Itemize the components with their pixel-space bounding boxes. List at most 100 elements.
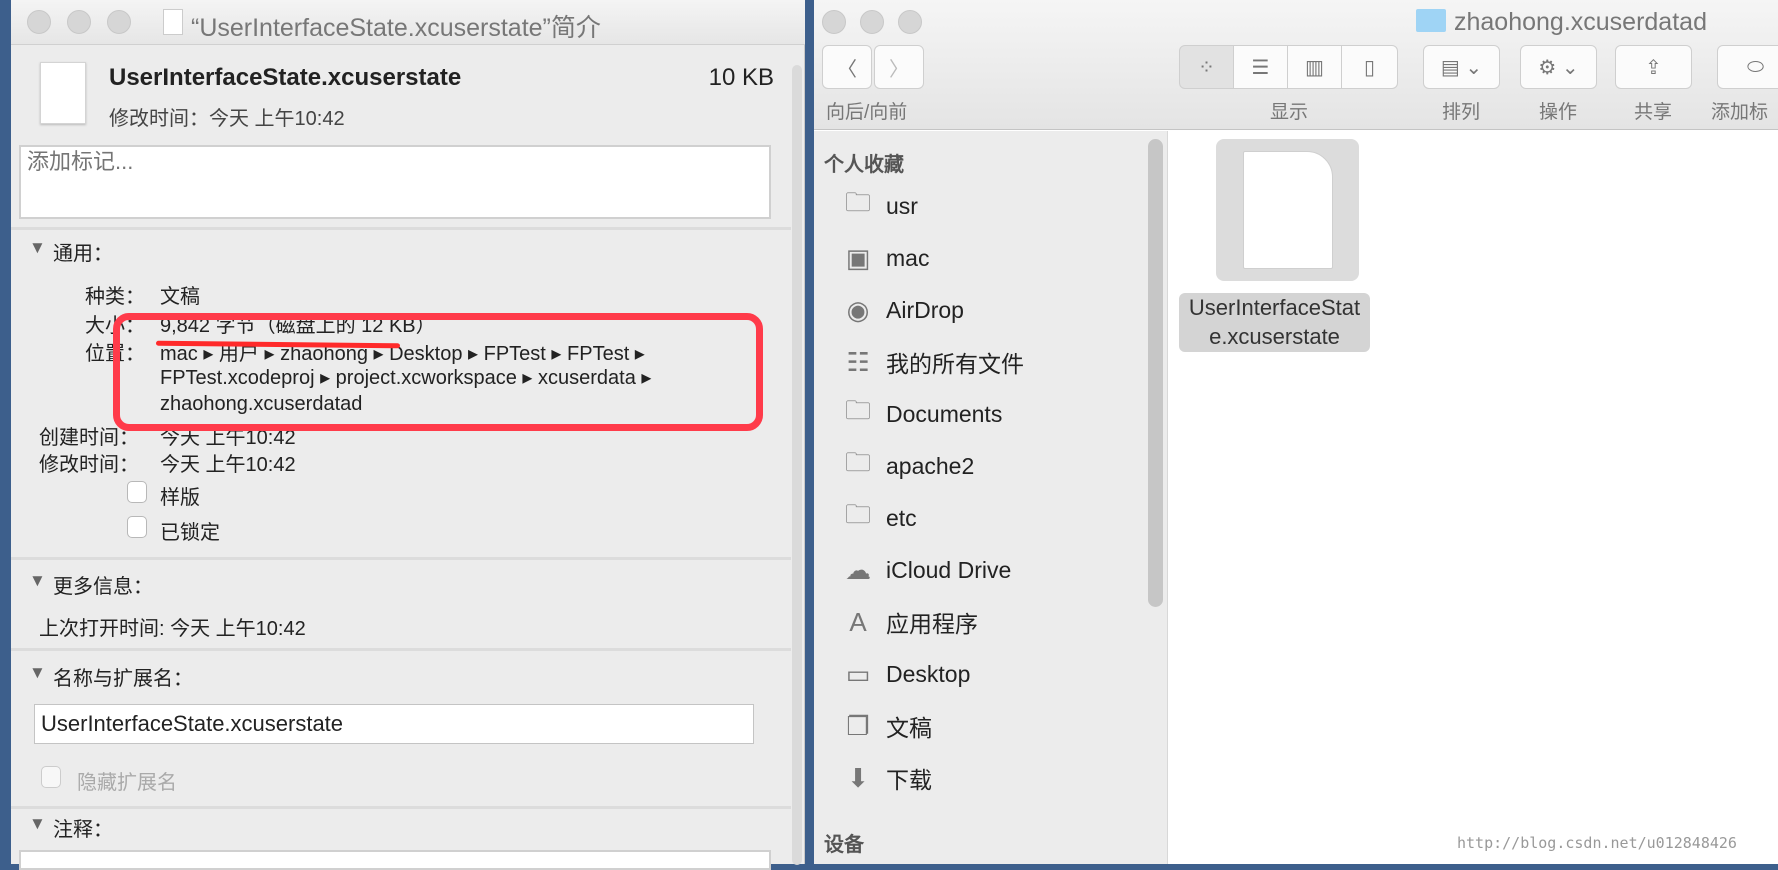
file-icon <box>40 62 86 124</box>
disclosure-triangle-icon[interactable]: ▼ <box>29 814 46 834</box>
favorites-header: 个人收藏 <box>824 154 904 176</box>
desktop-icon: ▭ <box>845 658 871 689</box>
sidebar-item-label: 应用程序 <box>886 611 978 637</box>
tag-icon: ⬭ <box>1746 55 1765 78</box>
airdrop-icon: ◉ <box>846 294 870 325</box>
folder-icon <box>1416 9 1446 32</box>
sidebar-item[interactable]: ☁ iCloud Drive <box>814 548 1144 592</box>
window-title: “UserInterfaceState.xcuserstate”简介 <box>191 14 601 42</box>
sidebar-item-label: Desktop <box>886 660 971 687</box>
sidebar-item[interactable]: 🗀 Documents <box>814 392 1144 436</box>
comments-header[interactable]: 注释： <box>53 813 113 842</box>
sidebar-item[interactable]: ◉ AirDrop <box>814 288 1144 332</box>
disclosure-triangle-icon[interactable]: ▼ <box>29 238 46 258</box>
forward-button[interactable]: 〉 <box>874 45 924 89</box>
kind-value: 文稿 <box>160 286 200 308</box>
list-view-button[interactable]: ☰ <box>1233 45 1288 89</box>
tags-input[interactable] <box>19 145 771 219</box>
locked-label: 已锁定 <box>160 522 220 544</box>
list-icon: ☰ <box>1251 56 1270 79</box>
sidebar-item-label: Documents <box>886 400 1003 427</box>
more-info-header[interactable]: 更多信息： <box>53 570 153 599</box>
general-header[interactable]: 通用： <box>53 237 113 266</box>
share-icon: ⇪ <box>1645 56 1662 79</box>
chevron-right-icon: 〉 <box>889 58 909 81</box>
arrange-label: 排列 <box>1442 102 1481 123</box>
tag-label: 添加标 <box>1711 102 1769 123</box>
file-name-label[interactable]: UserInterfaceStat e.xcuserstate <box>1179 293 1370 352</box>
folder-icon: 🗀 <box>844 447 871 477</box>
icon-view-button[interactable]: ⁘ <box>1179 45 1234 89</box>
divider <box>11 806 791 809</box>
sidebar-item[interactable]: 🗀 usr <box>814 184 1144 228</box>
arrange-button[interactable]: ▤ ⌄ <box>1423 45 1500 89</box>
info-window: “UserInterfaceState.xcuserstate”简介 UserI… <box>11 0 805 870</box>
sidebar-item[interactable]: ☷ 我的所有文件 <box>814 340 1144 384</box>
sidebar-item[interactable]: A 应用程序 <box>814 600 1144 644</box>
devices-header: 设备 <box>824 834 864 856</box>
tag-button[interactable]: ⬭ <box>1717 45 1778 89</box>
minimize-button[interactable] <box>860 10 884 34</box>
hard-drive-icon: ▣ <box>845 242 871 273</box>
hide-extension-checkbox[interactable] <box>41 766 61 788</box>
document-icon <box>163 9 183 35</box>
name-extension-header[interactable]: 名称与扩展名： <box>53 662 193 691</box>
sidebar-scrollbar[interactable] <box>1148 139 1163 607</box>
file-name: UserInterfaceState.xcuserstate <box>109 64 462 91</box>
sidebar: 个人收藏 🗀 usr ▣ mac ◉ AirDrop ☷ 我的所有文件 🗀 Documents 🗀 a… <box>814 131 1168 864</box>
sidebar-item-label: iCloud Drive <box>886 556 1012 583</box>
zoom-button[interactable] <box>107 10 131 34</box>
file-name-line: e.xcuserstate <box>1209 324 1340 349</box>
sidebar-item-label: 我的所有文件 <box>886 351 1024 377</box>
action-label: 操作 <box>1539 102 1578 123</box>
document-icon <box>1243 151 1333 269</box>
sidebar-item-label: mac <box>886 244 930 271</box>
sidebar-item[interactable]: 🗀 etc <box>814 496 1144 540</box>
divider <box>11 557 791 560</box>
sidebar-item-label: usr <box>886 192 918 219</box>
modified-value: 今天 上午10:42 <box>160 454 296 476</box>
close-button[interactable] <box>822 10 846 34</box>
minimize-button[interactable] <box>67 10 91 34</box>
locked-checkbox[interactable] <box>127 516 147 538</box>
disclosure-triangle-icon[interactable]: ▼ <box>29 663 46 683</box>
folder-icon: 🗀 <box>844 395 871 425</box>
view-label: 显示 <box>1270 102 1309 123</box>
divider <box>11 227 791 230</box>
downloads-icon: ⬇ <box>847 762 869 793</box>
gear-icon: ⚙ ⌄ <box>1538 56 1579 79</box>
sidebar-item[interactable]: ▣ mac <box>814 236 1144 280</box>
name-input[interactable] <box>34 704 754 744</box>
sidebar-item[interactable]: ⬇ 下载 <box>814 756 1144 800</box>
last-opened: 上次打开时间: 今天 上午10:42 <box>39 618 306 640</box>
info-title-bar: “UserInterfaceState.xcuserstate”简介 <box>11 0 805 45</box>
share-button[interactable]: ⇪ <box>1615 45 1692 89</box>
applications-icon: A <box>849 606 867 637</box>
nav-label: 向后/向前 <box>826 102 908 123</box>
folder-icon: 🗀 <box>844 499 871 529</box>
close-button[interactable] <box>27 10 51 34</box>
zoom-button[interactable] <box>898 10 922 34</box>
file-item[interactable] <box>1216 139 1359 281</box>
file-size: 10 KB <box>708 64 774 91</box>
cloud-icon: ☁ <box>845 554 871 585</box>
scrollbar[interactable] <box>792 65 802 865</box>
sidebar-item-label: apache2 <box>886 452 975 479</box>
cover-flow-button[interactable]: ▯ <box>1341 45 1398 89</box>
sidebar-item[interactable]: 🗀 apache2 <box>814 444 1144 488</box>
stationery-checkbox[interactable] <box>127 481 147 503</box>
hide-extension-label: 隐藏扩展名 <box>77 772 177 794</box>
disclosure-triangle-icon[interactable]: ▼ <box>29 571 46 591</box>
comments-input[interactable] <box>19 850 771 870</box>
grid-icon: ⁘ <box>1198 56 1215 79</box>
stationery-label: 样版 <box>160 487 200 509</box>
share-label: 共享 <box>1634 102 1673 123</box>
documents-icon: ❐ <box>846 710 870 741</box>
column-view-button[interactable]: ▥ <box>1287 45 1342 89</box>
back-button[interactable]: 〈 <box>822 45 872 89</box>
sidebar-item[interactable]: ▭ Desktop <box>814 652 1144 696</box>
action-button[interactable]: ⚙ ⌄ <box>1520 45 1597 89</box>
folder-icon: 🗀 <box>844 187 871 217</box>
sidebar-item[interactable]: ❐ 文稿 <box>814 704 1144 748</box>
watermark: http://blog.csdn.net/u012848426 <box>1457 834 1737 852</box>
